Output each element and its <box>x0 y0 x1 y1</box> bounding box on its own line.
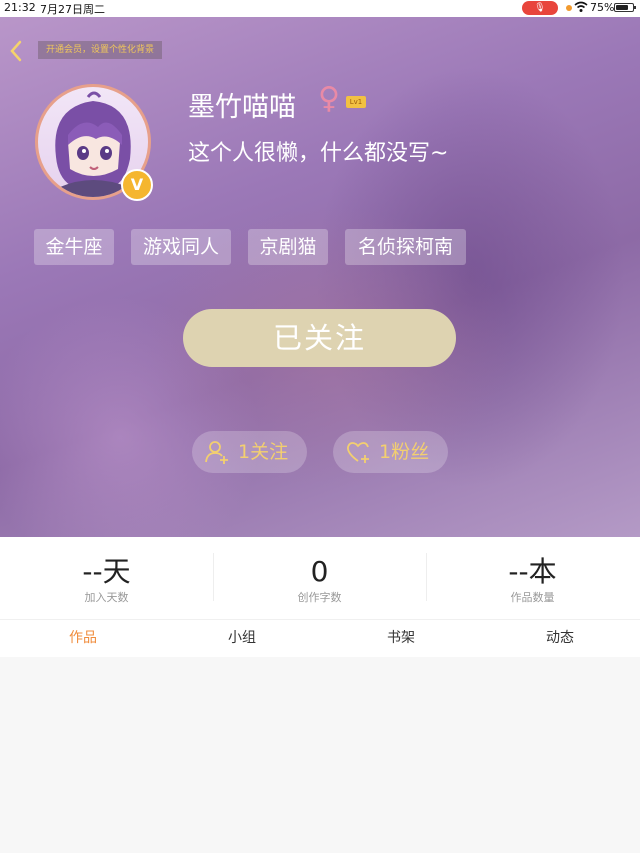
tab-works[interactable]: 作品 <box>3 620 163 657</box>
wifi-icon <box>574 0 588 17</box>
stat-label: 创作字数 <box>297 591 342 604</box>
battery-percent: 75% <box>590 1 615 14</box>
level-badge: Lv1 <box>346 96 366 108</box>
vip-banner-link[interactable]: 开通会员，设置个性化背景 <box>38 41 163 59</box>
recording-dot-icon <box>566 5 572 11</box>
status-date: 7月27日周二 <box>40 3 105 16</box>
microphone-icon: 🎙 <box>522 1 558 15</box>
tab-bookshelf[interactable]: 书架 <box>321 620 481 657</box>
tab-content-area <box>0 657 640 853</box>
stat-works-count: --本 作品数量 <box>426 537 639 619</box>
vip-badge-icon: V <box>121 169 153 201</box>
tab-bar: 作品 小组 书架 动态 <box>0 619 640 658</box>
female-icon: ♀ <box>318 81 340 116</box>
tag-item[interactable]: 金牛座 <box>34 229 114 265</box>
tab-activity[interactable]: 动态 <box>480 620 640 657</box>
stat-word-count: 0 创作字数 <box>213 537 426 619</box>
stats-row: --天 加入天数 0 创作字数 --本 作品数量 <box>0 537 640 619</box>
status-time: 21:32 <box>4 1 36 14</box>
follow-button[interactable]: 已关注 <box>183 309 456 367</box>
username: 墨竹喵喵 <box>188 92 296 123</box>
status-bar: 21:32 7月27日周二 🎙 75% <box>0 0 640 17</box>
stat-label: 加入天数 <box>84 591 129 604</box>
chevron-left-icon <box>10 40 22 62</box>
stat-label: 作品数量 <box>510 591 555 604</box>
tag-item[interactable]: 京剧猫 <box>248 229 328 265</box>
back-button[interactable] <box>8 39 28 63</box>
user-bio: 这个人很懒，什么都没写~ <box>188 141 449 166</box>
tab-groups[interactable]: 小组 <box>162 620 322 657</box>
followers-label: 1粉丝 <box>379 441 430 463</box>
stat-join-days: --天 加入天数 <box>0 537 213 619</box>
stat-value: --天 <box>82 555 131 588</box>
heart-plus-icon <box>347 442 369 463</box>
battery-icon <box>614 3 636 12</box>
following-label: 1关注 <box>238 441 289 463</box>
tag-item[interactable]: 名侦探柯南 <box>345 229 466 265</box>
following-button[interactable]: 1关注 <box>192 431 307 473</box>
followers-button[interactable]: 1粉丝 <box>333 431 448 473</box>
profile-header: 开通会员，设置个性化背景 V 墨竹喵喵 ♀ Lv1 这个人很懒，什么都没写~ 金… <box>0 17 640 537</box>
tag-item[interactable]: 游戏同人 <box>131 229 231 265</box>
user-plus-icon <box>205 441 228 464</box>
stat-value: --本 <box>508 555 557 588</box>
stat-value: 0 <box>310 555 329 588</box>
